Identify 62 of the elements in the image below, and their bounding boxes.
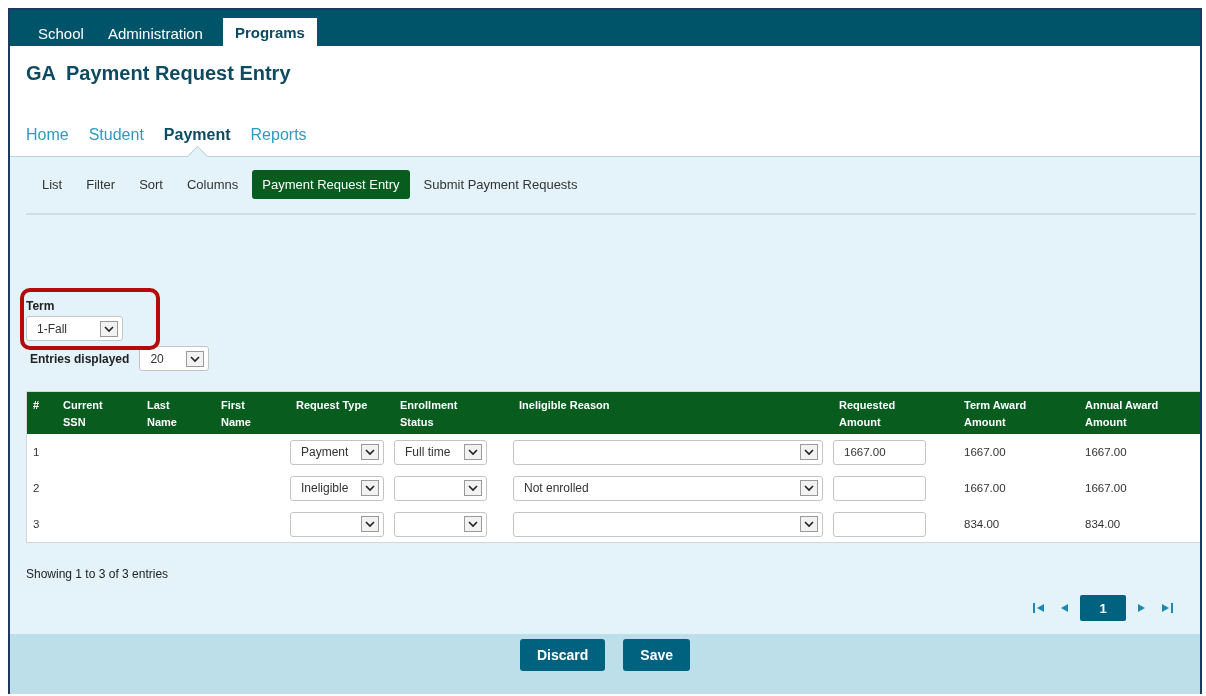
entries-label: Entries displayed [30, 351, 130, 366]
column-header: Requested Amount [838, 398, 897, 430]
request-type-select[interactable]: Payment [290, 439, 384, 465]
action-button[interactable]: Save [623, 639, 691, 671]
caret-icon [800, 480, 818, 496]
caret-icon [464, 480, 482, 496]
amount-input[interactable] [833, 475, 926, 501]
request-type-select[interactable] [290, 511, 384, 537]
column-header: Current SSN [62, 398, 104, 430]
subnav-tab[interactable]: Sort [129, 170, 173, 199]
table-cell-text: 1667.00 [963, 482, 1007, 494]
caret-icon [464, 444, 482, 460]
column-header: # [32, 398, 41, 413]
column-header: Request Type [295, 398, 369, 413]
column-header: Ineligible Reason [518, 398, 611, 413]
enrollment-select[interactable] [394, 511, 487, 537]
enrollment-select[interactable]: Full time [394, 439, 487, 465]
column-header: First Name [220, 398, 252, 430]
top-tab[interactable]: Programs [222, 18, 317, 47]
top-tab[interactable]: Administration [95, 20, 215, 47]
table-cell-text: 1667.00 [1084, 482, 1128, 494]
page-title: Payment Request Entry [66, 62, 291, 86]
subnav-tab[interactable]: Columns [176, 170, 249, 199]
column-header: Annual Award Amount [1084, 398, 1160, 430]
caret-icon [361, 516, 379, 532]
caret-icon [100, 320, 118, 337]
action-button[interactable]: Discard [519, 639, 606, 671]
table-cell-text: 834.00 [963, 518, 1001, 530]
top-tab[interactable]: School [26, 20, 96, 47]
nav-link[interactable]: Payment [163, 126, 231, 144]
caret-icon [361, 480, 379, 496]
reason-select[interactable]: Not enrolled [513, 475, 823, 501]
amount-input[interactable]: 1667.00 [833, 439, 926, 465]
table-cell-text: 1667.00 [1084, 446, 1128, 458]
entries-summary: Showing 1 to 3 of 3 entries [26, 567, 170, 581]
subnav-tab[interactable]: List [32, 170, 73, 199]
enrollment-select[interactable] [394, 475, 487, 501]
row-number: 3 [32, 518, 41, 530]
row-number: 2 [32, 482, 41, 494]
column-header: Enrollment Status [399, 398, 459, 430]
row-number: 1 [32, 446, 41, 458]
caret-icon [800, 516, 818, 532]
subnav-tab[interactable]: Payment Request Entry [252, 170, 410, 199]
entries-select[interactable]: 20 [139, 346, 210, 371]
table-cell-text: 834.00 [1084, 518, 1122, 530]
caret-icon [186, 350, 205, 367]
caret-icon [800, 444, 818, 460]
reason-select[interactable] [513, 511, 823, 537]
term-label: Term [26, 299, 56, 313]
amount-input[interactable] [833, 511, 926, 537]
program-code: GA [26, 62, 56, 86]
request-type-select[interactable]: Ineligible [290, 475, 384, 501]
table-cell-text: 1667.00 [963, 446, 1007, 458]
column-header: Last Name [146, 398, 178, 430]
caret-icon [361, 444, 379, 460]
caret-icon [464, 516, 482, 532]
subnav-tab[interactable]: Submit Payment Requests [413, 170, 588, 199]
column-header: Term Award Amount [963, 398, 1028, 430]
page-button[interactable]: 1 [1080, 595, 1126, 621]
subnav-tab[interactable]: Filter [76, 170, 126, 199]
term-select[interactable]: 1-Fall [26, 316, 123, 341]
reason-select[interactable] [513, 439, 823, 465]
